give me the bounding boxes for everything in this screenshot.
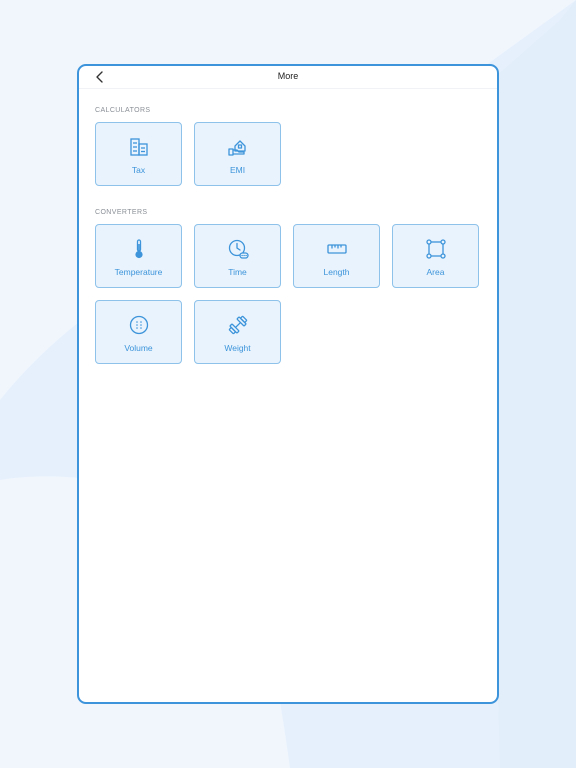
dumbbell-icon (227, 314, 249, 336)
tile-label: Volume (124, 343, 153, 353)
tile-label: Tax (131, 165, 146, 175)
tile-emi[interactable]: EMI (194, 122, 281, 186)
tile-label: Weight (224, 343, 251, 353)
tile-volume[interactable]: Volume (95, 300, 182, 364)
top-bar: More (79, 66, 497, 89)
tile-area[interactable]: Area (392, 224, 479, 288)
clock-icon (227, 238, 249, 260)
app-window: More CALCULATORS Tax EMI CONVERTERS Temp… (77, 64, 499, 704)
area-square-icon (425, 238, 447, 260)
tile-temperature[interactable]: Temperature (95, 224, 182, 288)
page-title: More (277, 71, 299, 81)
volume-dots-icon (128, 314, 150, 336)
house-hand-icon (227, 136, 249, 158)
building-icon (128, 136, 150, 158)
tile-label: Length (323, 267, 350, 277)
section-label-calculators: CALCULATORS (95, 107, 151, 114)
thermometer-icon (128, 238, 150, 260)
tile-tax[interactable]: Tax (95, 122, 182, 186)
tile-label: Time (228, 267, 247, 277)
tile-label: Temperature (114, 267, 163, 277)
tile-time[interactable]: Time (194, 224, 281, 288)
tile-label: EMI (229, 165, 246, 175)
ruler-icon (326, 238, 348, 260)
tile-weight[interactable]: Weight (194, 300, 281, 364)
section-label-converters: CONVERTERS (95, 209, 148, 216)
tile-length[interactable]: Length (293, 224, 380, 288)
tile-label: Area (426, 267, 445, 277)
